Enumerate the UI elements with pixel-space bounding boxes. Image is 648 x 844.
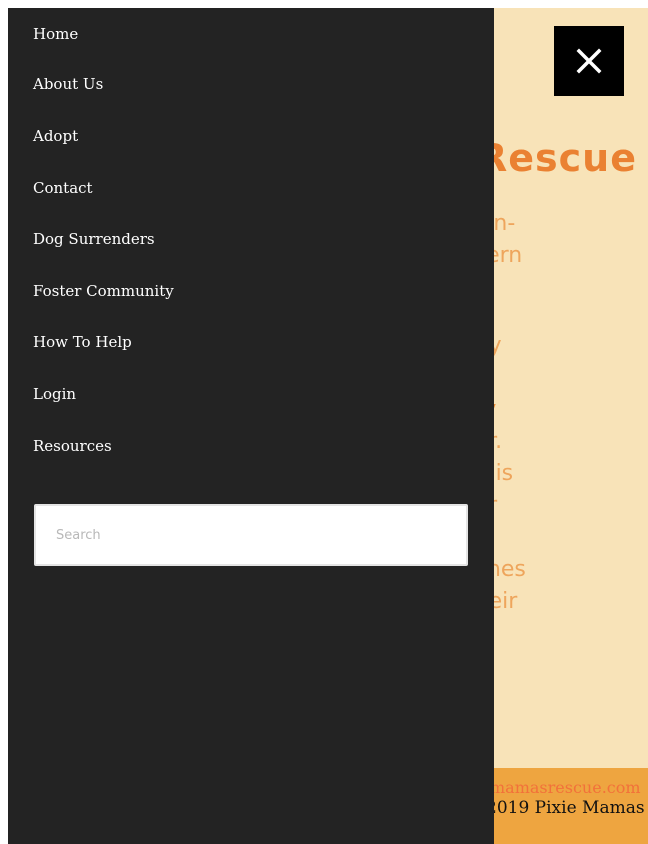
nav-item-login[interactable]: Login xyxy=(33,385,76,403)
search-input[interactable] xyxy=(36,506,466,564)
nav-item-resources[interactable]: Resources xyxy=(33,437,112,455)
footer-website-link[interactable]: mamasrescue.com xyxy=(490,778,641,797)
nav-item-dog-surrenders[interactable]: Dog Surrenders xyxy=(33,230,155,248)
nav-item-foster-community[interactable]: Foster Community xyxy=(33,282,174,300)
footer-copyright: 2019 Pixie Mamas xyxy=(486,798,645,818)
close-menu-button[interactable] xyxy=(554,26,624,96)
page-title: Rescue xyxy=(478,136,638,180)
nav-item-how-to-help[interactable]: How To Help xyxy=(33,333,132,351)
search-box xyxy=(34,504,468,566)
nav-item-adopt[interactable]: Adopt xyxy=(33,127,78,145)
nav-item-about-us[interactable]: About Us xyxy=(33,75,103,93)
nav-drawer: Home About Us Adopt Contact Dog Surrende… xyxy=(8,8,494,844)
nav-item-home[interactable]: Home xyxy=(33,25,78,43)
nav-item-contact[interactable]: Contact xyxy=(33,179,93,197)
close-icon xyxy=(576,48,602,74)
browser-viewport: Rescue non- stern ery ng by ter. nt is t… xyxy=(8,8,648,844)
